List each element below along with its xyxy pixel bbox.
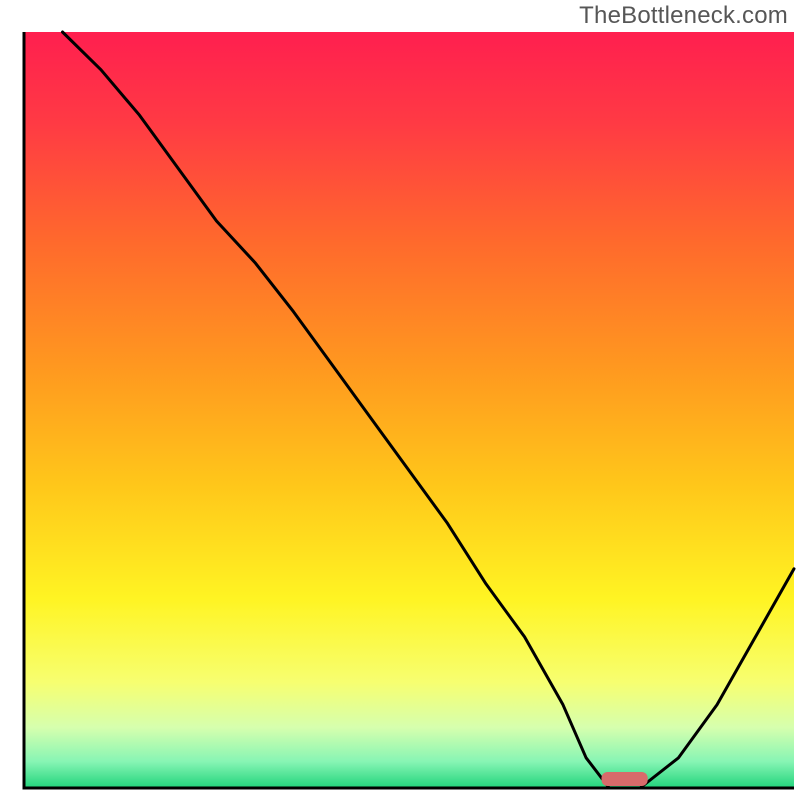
- plot-background: [24, 32, 794, 788]
- optimal-marker: [602, 772, 648, 786]
- bottleneck-curve-plot: [0, 0, 800, 800]
- chart-stage: TheBottleneck.com: [0, 0, 800, 800]
